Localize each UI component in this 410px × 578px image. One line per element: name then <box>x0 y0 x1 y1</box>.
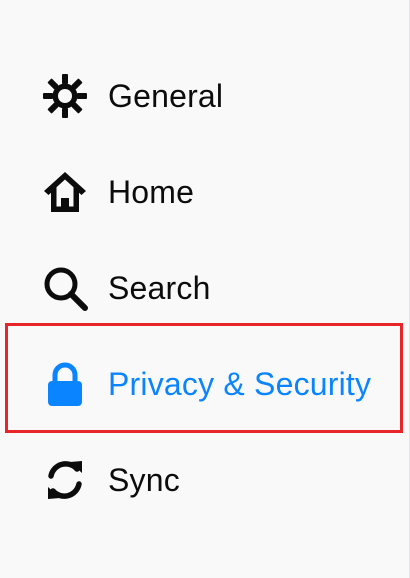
sidebar-item-label: Sync <box>108 461 180 498</box>
sidebar-item-general[interactable]: General <box>0 48 408 144</box>
sidebar-item-search[interactable]: Search <box>0 240 408 336</box>
home-icon <box>41 168 89 216</box>
gear-icon <box>41 72 89 120</box>
sidebar-item-sync[interactable]: Sync <box>0 432 408 528</box>
sidebar-item-label: Home <box>108 173 195 210</box>
search-icon <box>41 264 89 312</box>
preferences-sidebar: General Home Search Privacy & Security S… <box>0 0 410 578</box>
lock-icon <box>41 360 89 408</box>
sidebar-item-privacy-security[interactable]: Privacy & Security <box>0 336 408 432</box>
sidebar-item-label: Privacy & Security <box>108 365 372 402</box>
sidebar-item-home[interactable]: Home <box>0 144 408 240</box>
sidebar-item-label: Search <box>108 269 211 306</box>
sync-icon <box>41 456 89 504</box>
sidebar-item-label: General <box>108 77 224 114</box>
